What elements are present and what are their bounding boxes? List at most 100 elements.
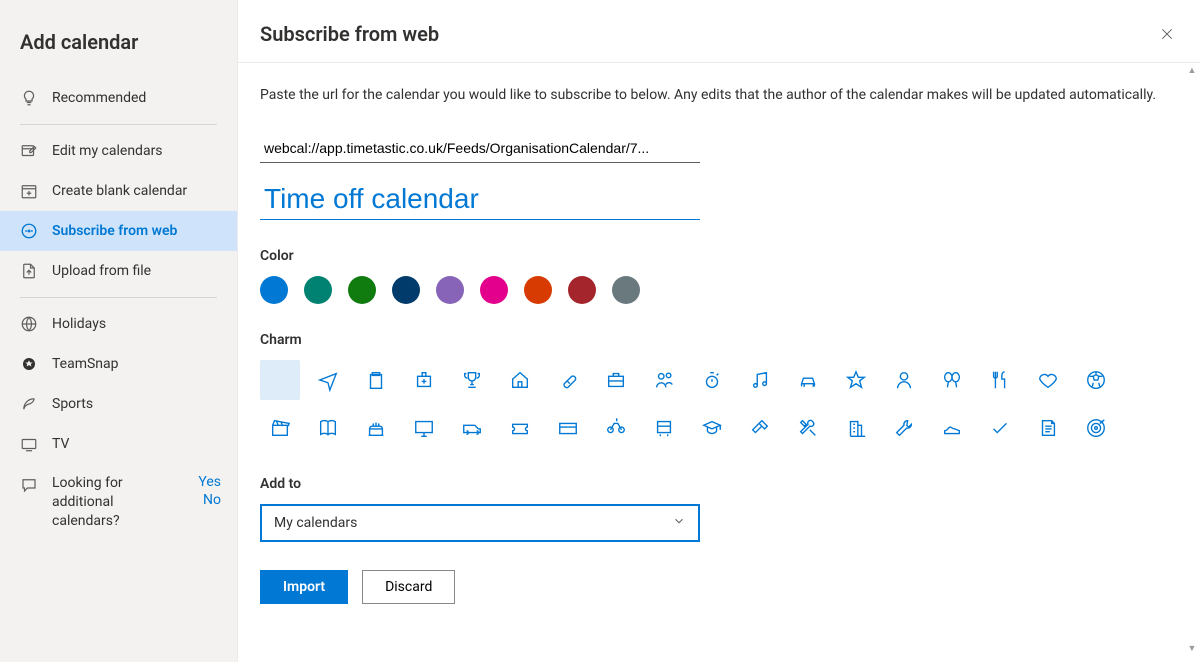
sidebar-item-upload-file[interactable]: Upload from file [0, 251, 237, 291]
charm-tools[interactable] [788, 408, 828, 448]
charm-pill[interactable] [548, 360, 588, 400]
feedback-icon [20, 476, 38, 494]
chevron-down-icon [672, 514, 686, 532]
color-swatch-3[interactable] [392, 276, 420, 304]
sidebar-label: TV [52, 436, 69, 452]
charm-shoe[interactable] [932, 408, 972, 448]
footer-yes[interactable]: Yes [198, 474, 221, 490]
new-calendar-icon [20, 182, 38, 200]
color-swatch-6[interactable] [524, 276, 552, 304]
charm-soccer[interactable] [1076, 360, 1116, 400]
charm-star[interactable] [836, 360, 876, 400]
charm-label: Charm [260, 332, 1178, 348]
sidebar-item-tv[interactable]: TV [0, 424, 237, 464]
sidebar-label: Sports [52, 396, 93, 412]
discard-button[interactable]: Discard [362, 570, 455, 604]
sidebar-item-recommended[interactable]: Recommended [0, 78, 237, 118]
color-swatch-4[interactable] [436, 276, 464, 304]
color-swatch-8[interactable] [612, 276, 640, 304]
charm-grid [260, 360, 1178, 448]
charm-car[interactable] [788, 360, 828, 400]
globe-icon [20, 315, 38, 333]
charm-music[interactable] [740, 360, 780, 400]
sidebar-title: Add calendar [0, 20, 237, 78]
charm-bike[interactable] [596, 408, 636, 448]
charm-none[interactable] [260, 360, 300, 400]
sidebar-label: Holidays [52, 316, 106, 332]
subscribe-web-icon [20, 222, 38, 240]
sidebar-label: Upload from file [52, 263, 151, 279]
sidebar-item-teamsnap[interactable]: TeamSnap [0, 344, 237, 384]
charm-clipboard[interactable] [356, 360, 396, 400]
button-row: Import Discard [260, 570, 1178, 604]
calendar-name-input[interactable] [260, 177, 700, 220]
charm-wrench[interactable] [884, 408, 924, 448]
charm-monitor[interactable] [404, 408, 444, 448]
charm-airplane[interactable] [308, 360, 348, 400]
color-row [260, 276, 1178, 304]
color-swatch-7[interactable] [568, 276, 596, 304]
import-button[interactable]: Import [260, 570, 348, 604]
charm-person[interactable] [884, 360, 924, 400]
lightbulb-icon [20, 89, 38, 107]
divider [20, 124, 217, 125]
url-input[interactable] [260, 134, 700, 163]
scrollbar[interactable]: ▲ ▼ [1187, 65, 1197, 654]
charm-book[interactable] [308, 408, 348, 448]
charm-people[interactable] [644, 360, 684, 400]
main-body: Paste the url for the calendar you would… [238, 63, 1200, 662]
close-button[interactable] [1156, 23, 1178, 45]
sidebar-label: Edit my calendars [52, 143, 163, 159]
edit-calendar-icon [20, 142, 38, 160]
addto-dropdown[interactable]: My calendars [260, 504, 700, 542]
color-swatch-0[interactable] [260, 276, 288, 304]
charm-hammer[interactable] [740, 408, 780, 448]
charm-stopwatch[interactable] [692, 360, 732, 400]
sidebar-label: Recommended [52, 90, 146, 106]
scroll-up-icon: ▲ [1188, 65, 1197, 76]
color-swatch-1[interactable] [304, 276, 332, 304]
charm-trophy[interactable] [452, 360, 492, 400]
description: Paste the url for the calendar you would… [260, 85, 1160, 106]
charm-card[interactable] [548, 408, 588, 448]
charm-graduation[interactable] [692, 408, 732, 448]
sports-icon [20, 395, 38, 413]
color-swatch-2[interactable] [348, 276, 376, 304]
color-label: Color [260, 248, 1178, 264]
sidebar-label: TeamSnap [52, 356, 119, 372]
sidebar-item-create-blank[interactable]: Create blank calendar [0, 171, 237, 211]
teamsnap-icon [20, 355, 38, 373]
main-header: Subscribe from web [238, 0, 1200, 63]
footer-text: Looking for additional calendars? [52, 474, 184, 531]
sidebar-item-sports[interactable]: Sports [0, 384, 237, 424]
footer-no[interactable]: No [203, 492, 221, 508]
sidebar-footer: Looking for additional calendars? Yes No [0, 464, 237, 541]
charm-briefcase[interactable] [596, 360, 636, 400]
color-swatch-5[interactable] [480, 276, 508, 304]
divider [20, 297, 217, 298]
charm-notepad[interactable] [1028, 408, 1068, 448]
charm-clapboard[interactable] [260, 408, 300, 448]
charm-ticket[interactable] [500, 408, 540, 448]
addto-label: Add to [260, 476, 1178, 492]
page-title: Subscribe from web [260, 22, 439, 46]
charm-checkmark[interactable] [980, 408, 1020, 448]
charm-first-aid[interactable] [404, 360, 444, 400]
charm-target[interactable] [1076, 408, 1116, 448]
addto-value: My calendars [274, 515, 357, 531]
charm-bus[interactable] [644, 408, 684, 448]
charm-heart[interactable] [1028, 360, 1068, 400]
sidebar-item-edit-calendars[interactable]: Edit my calendars [0, 131, 237, 171]
charm-utensils[interactable] [980, 360, 1020, 400]
tv-icon [20, 435, 38, 453]
charm-van[interactable] [452, 408, 492, 448]
scroll-down-icon: ▼ [1188, 643, 1197, 654]
sidebar-label: Create blank calendar [52, 183, 187, 199]
charm-home[interactable] [500, 360, 540, 400]
sidebar: Add calendar Recommended Edit my calenda… [0, 0, 238, 662]
charm-balloons[interactable] [932, 360, 972, 400]
charm-building[interactable] [836, 408, 876, 448]
sidebar-item-subscribe-web[interactable]: Subscribe from web [0, 211, 237, 251]
charm-cake[interactable] [356, 408, 396, 448]
sidebar-item-holidays[interactable]: Holidays [0, 304, 237, 344]
